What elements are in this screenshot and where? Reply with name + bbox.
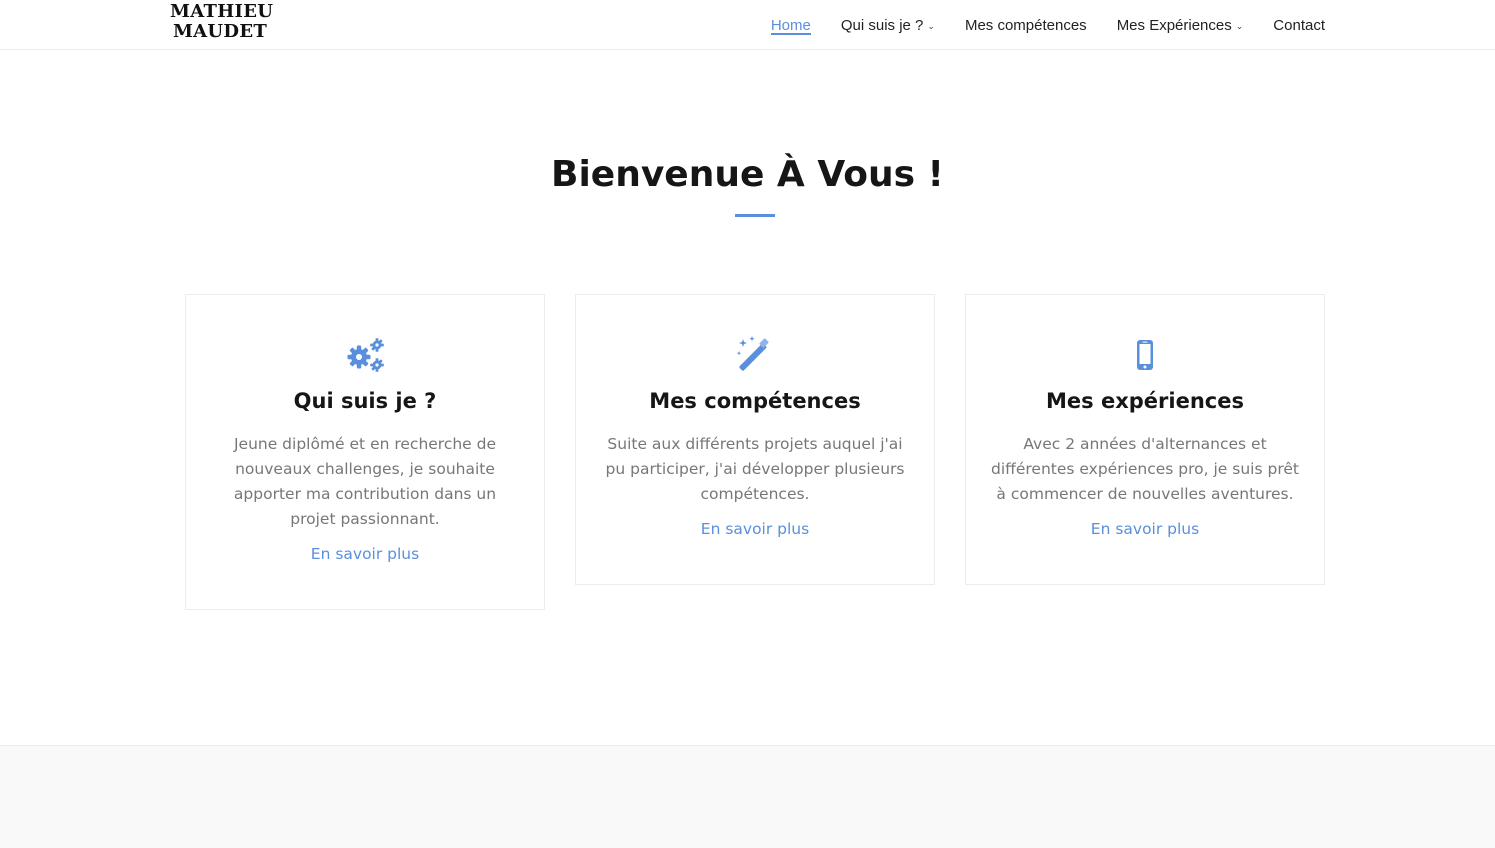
nav-item-qui-suis-je[interactable]: Qui suis je ? ⌄ [841,0,935,50]
magic-wand-icon [736,336,769,371]
footer-section [0,745,1495,848]
title-underline [735,214,775,217]
gears-icon [347,338,384,372]
nav-item-contact[interactable]: Contact [1273,0,1325,50]
chevron-down-icon: ⌄ [1235,20,1244,31]
card-mes-experiences: Mes expériences Avec 2 années d'alternan… [965,294,1325,585]
nav-item-mes-competences[interactable]: Mes compétences [965,0,1087,50]
card-qui-suis-je: Qui suis je ? Jeune diplômé et en recher… [185,294,545,610]
en-savoir-plus-link[interactable]: En savoir plus [311,542,419,567]
en-savoir-plus-link[interactable]: En savoir plus [1091,517,1199,542]
card-title: Qui suis je ? [293,389,437,413]
main-nav: Home Qui suis je ? ⌄ Mes compétences Mes… [770,0,1325,50]
nav-item-label: Mes Expériences [1116,16,1232,34]
mobile-phone-icon [1137,340,1153,370]
nav-item-mes-experiences[interactable]: Mes Expériences ⌄ [1117,0,1244,50]
nav-item-label: Mes compétences [964,16,1087,34]
chevron-down-icon: ⌄ [927,20,935,31]
card-title: Mes compétences [649,389,861,413]
nav-item-home[interactable]: Home [770,0,811,50]
card-text: Jeune diplômé et en recherche de nouveau… [233,435,497,528]
nav-item-label: Home [770,16,811,34]
logo-line-2: MAUDET [172,21,268,42]
site-logo[interactable]: MATHIEU MAUDET [170,1,274,42]
card-text: Avec 2 années d'alternances et différent… [991,435,1299,503]
site-header: MATHIEU MAUDET Home Qui suis je ? ⌄ Mes … [0,0,1495,50]
card-text: Suite aux différents projets auquel j'ai… [605,435,905,503]
en-savoir-plus-link[interactable]: En savoir plus [701,517,809,542]
logo-line-1: MATHIEU [170,1,274,22]
nav-item-label: Qui suis je ? [840,16,924,34]
page-title: Bienvenue À Vous ! [551,154,944,195]
card-mes-competences: Mes compétences Suite aux différents pro… [575,294,935,585]
card-title: Mes expériences [1046,389,1244,413]
nav-item-label: Contact [1273,16,1325,34]
